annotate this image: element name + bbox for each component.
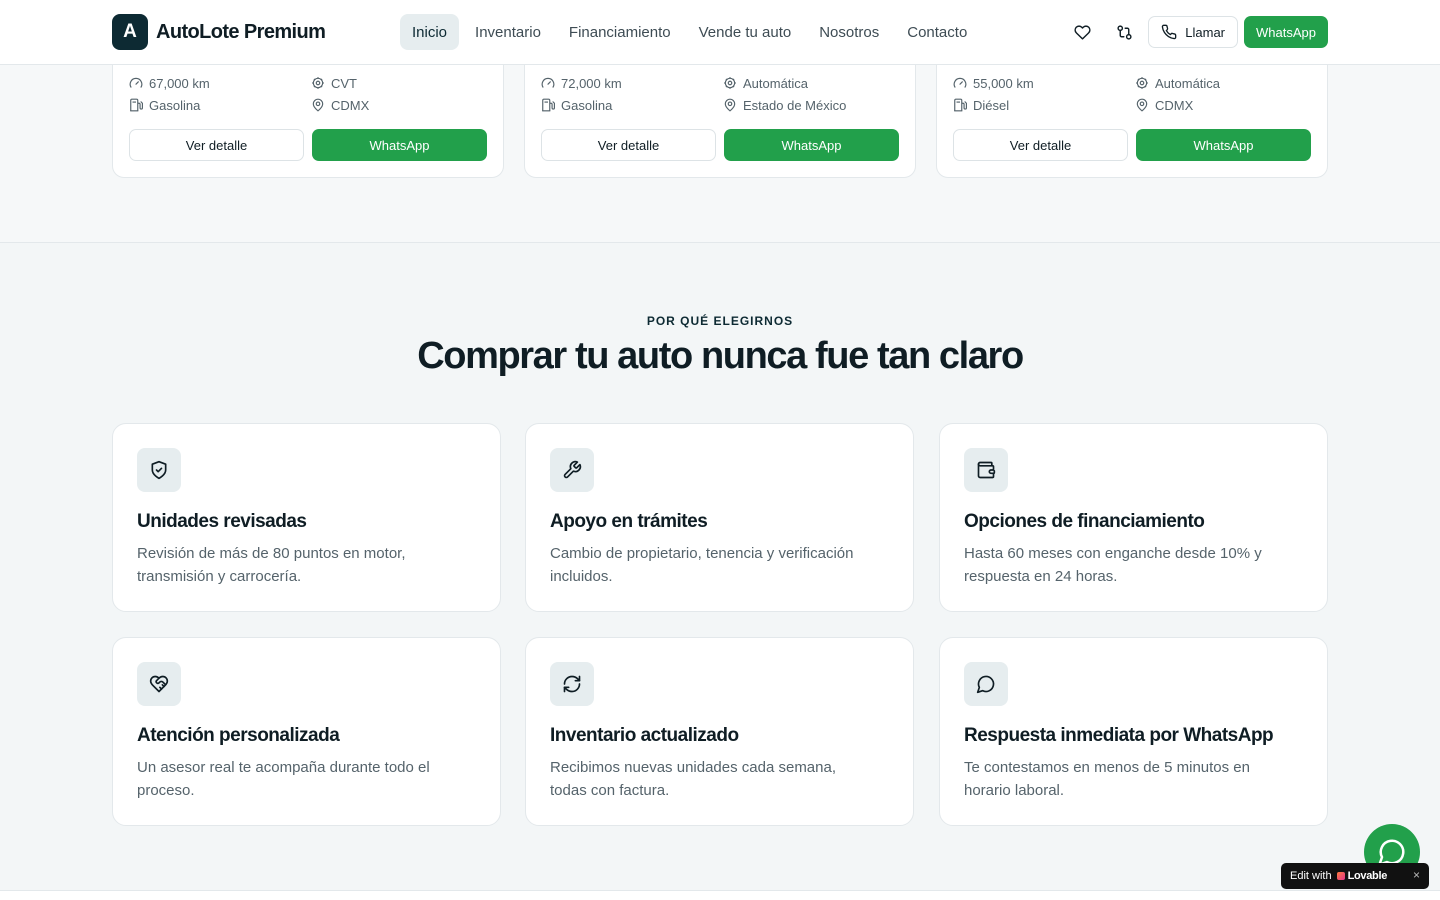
feature-card: Apoyo en trámites Cambio de propietario,… xyxy=(525,423,914,612)
feature-title: Respuesta inmediata por WhatsApp xyxy=(964,725,1274,746)
nav-item-contacto[interactable]: Contacto xyxy=(895,14,979,50)
map-pin-icon xyxy=(1136,98,1148,112)
view-detail-button[interactable]: Ver detalle xyxy=(541,129,716,161)
call-button[interactable]: Llamar xyxy=(1148,16,1239,48)
feature-card: Unidades revisadas Revisión de más de 80… xyxy=(112,423,501,612)
gear-icon xyxy=(724,77,736,89)
nav-item-inventario[interactable]: Inventario xyxy=(463,14,553,50)
gauge-icon xyxy=(953,77,967,88)
map-pin-icon xyxy=(312,98,324,112)
nav-item-inicio[interactable]: Inicio xyxy=(400,14,460,50)
feature-title: Inventario actualizado xyxy=(550,725,739,746)
spec-location: CDMX xyxy=(1135,97,1313,113)
nav-item-financiamiento[interactable]: Financiamiento xyxy=(557,14,683,50)
feature-card: Inventario actualizado Recibimos nuevas … xyxy=(525,637,914,826)
heart-handshake-icon xyxy=(149,675,169,693)
feature-title: Atención personalizada xyxy=(137,725,340,746)
section-title: Comprar tu auto nunca fue tan claro xyxy=(417,335,1024,377)
card-whatsapp-button[interactable]: WhatsApp xyxy=(1136,129,1311,161)
message-circle-icon xyxy=(976,675,995,694)
brand-logo[interactable]: A AutoLote Premium xyxy=(112,14,326,50)
view-detail-button[interactable]: Ver detalle xyxy=(129,129,304,161)
card-whatsapp-button[interactable]: WhatsApp xyxy=(724,129,899,161)
compare-button[interactable] xyxy=(1106,16,1142,48)
feature-card: Opciones de financiamiento Hasta 60 mese… xyxy=(939,423,1328,612)
phone-icon xyxy=(1161,24,1177,40)
edit-with-lovable-badge[interactable]: Edit with Lovable × xyxy=(1281,863,1429,889)
wallet-icon xyxy=(977,461,996,479)
spec-transmission: Automática xyxy=(1135,75,1313,91)
spec-mileage: 67,000 km xyxy=(129,75,311,91)
spec-mileage: 55,000 km xyxy=(953,75,1135,91)
spec-fuel: Diésel xyxy=(953,97,1135,113)
feature-description: Cambio de propietario, tenencia y verifi… xyxy=(550,545,854,585)
fuel-icon xyxy=(130,98,143,112)
feature-description: Hasta 60 meses con enganche desde 10% y … xyxy=(964,545,1262,585)
compare-arrows-icon xyxy=(1117,24,1132,40)
main-nav: Inicio Inventario Financiamiento Vende t… xyxy=(400,14,979,50)
section-eyebrow: POR QUÉ ELEGIRNOS xyxy=(646,314,794,328)
heart-icon xyxy=(1074,24,1091,40)
spec-fuel: Gasolina xyxy=(541,97,723,113)
brand-mark: A xyxy=(112,14,148,50)
feature-description: Te contestamos en menos de 5 minutos en … xyxy=(964,759,1250,799)
header-whatsapp-button[interactable]: WhatsApp xyxy=(1244,16,1328,48)
spec-transmission: Automática xyxy=(723,75,901,91)
close-icon[interactable]: × xyxy=(1413,868,1420,882)
feature-description: Recibimos nuevas unidades cada semana, t… xyxy=(550,759,837,799)
gear-icon xyxy=(312,77,324,89)
site-header: A AutoLote Premium Inicio Inventario Fin… xyxy=(0,0,1440,65)
next-section-edge xyxy=(0,890,1440,900)
nav-item-vende-tu-auto[interactable]: Vende tu auto xyxy=(687,14,804,50)
feature-title: Opciones de financiamiento xyxy=(964,511,1205,532)
favorites-button[interactable] xyxy=(1064,16,1100,48)
map-pin-icon xyxy=(724,98,736,112)
gauge-icon xyxy=(129,77,143,88)
refresh-icon xyxy=(563,675,581,693)
car-specs: 72,000 km Automática Gasolina Estado de … xyxy=(541,75,901,113)
feature-title: Apoyo en trámites xyxy=(550,511,708,532)
feature-card: Atención personalizada Un asesor real te… xyxy=(112,637,501,826)
gauge-icon xyxy=(541,77,555,88)
fuel-icon xyxy=(954,98,967,112)
nav-item-nosotros[interactable]: Nosotros xyxy=(807,14,891,50)
view-detail-button[interactable]: Ver detalle xyxy=(953,129,1128,161)
feature-card: Respuesta inmediata por WhatsApp Te cont… xyxy=(939,637,1328,826)
spec-fuel: Gasolina xyxy=(129,97,311,113)
feature-title: Unidades revisadas xyxy=(137,511,307,532)
shield-check-icon xyxy=(151,460,167,480)
card-whatsapp-button[interactable]: WhatsApp xyxy=(312,129,487,161)
wrench-icon xyxy=(563,460,582,479)
header-actions: Llamar WhatsApp xyxy=(1064,16,1328,48)
spec-location: Estado de México xyxy=(723,97,901,113)
spec-location: CDMX xyxy=(311,97,489,113)
lovable-logo-icon xyxy=(1336,872,1345,880)
car-specs: 67,000 km CVT Gasolina CDMX xyxy=(129,75,489,113)
feature-description: Un asesor real te acompaña durante todo … xyxy=(137,759,430,799)
spec-mileage: 72,000 km xyxy=(541,75,723,91)
car-specs: 55,000 km Automática Diésel CDMX xyxy=(953,75,1313,113)
brand-name: AutoLote Premium xyxy=(156,20,326,43)
feature-description: Revisión de más de 80 puntos en motor, t… xyxy=(137,545,406,585)
fuel-icon xyxy=(542,98,555,112)
why-choose-us-section: POR QUÉ ELEGIRNOS Comprar tu auto nunca … xyxy=(0,243,1440,890)
spec-transmission: CVT xyxy=(311,75,489,91)
gear-icon xyxy=(1136,77,1148,89)
